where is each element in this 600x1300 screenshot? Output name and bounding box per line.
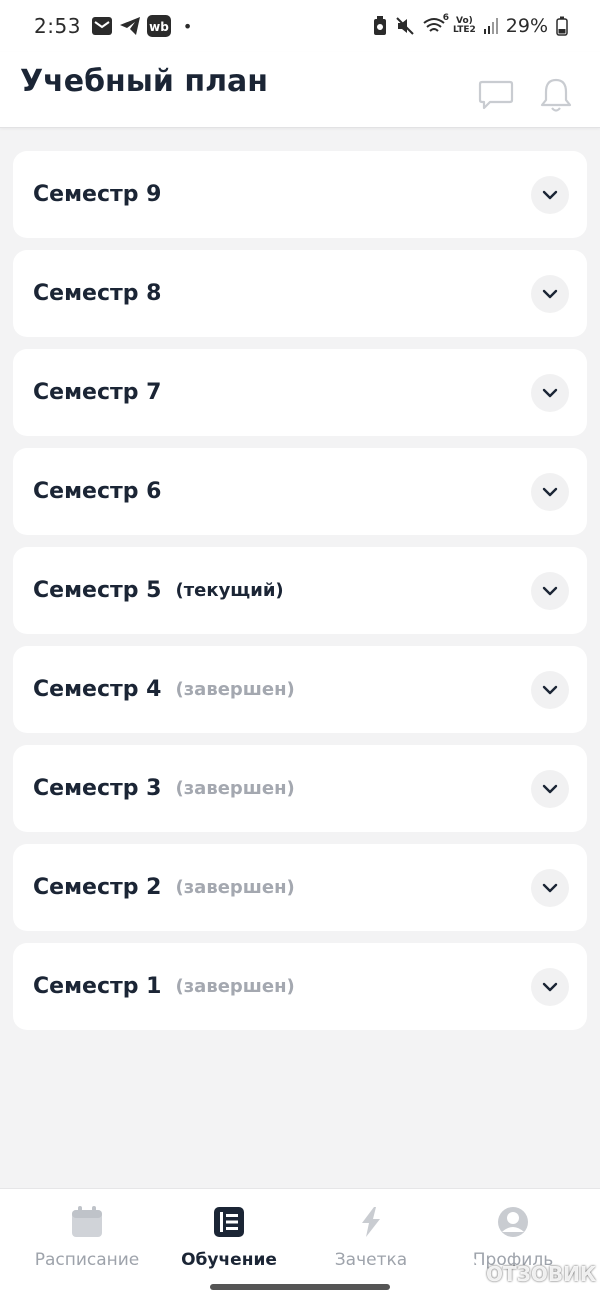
semester-label: Семестр 5 bbox=[33, 578, 162, 603]
watermark-text: ОТЗОВИК bbox=[486, 1261, 597, 1286]
chevron-down-icon[interactable] bbox=[531, 967, 569, 1006]
wifi-label: 6 bbox=[442, 13, 449, 23]
book-icon bbox=[212, 1205, 246, 1243]
battery-icon bbox=[556, 16, 568, 36]
semester-status: (текущий) bbox=[175, 580, 284, 601]
mute-icon bbox=[395, 16, 415, 36]
semester-item[interactable]: Семестр 1 (завершен) bbox=[13, 943, 587, 1030]
semester-item[interactable]: Семестр 7 bbox=[13, 349, 587, 436]
nav-item-study[interactable]: Обучение bbox=[154, 1205, 304, 1270]
chevron-down-icon[interactable] bbox=[531, 670, 569, 709]
status-left-icons: wb • bbox=[91, 15, 192, 37]
page-title: Учебный план bbox=[20, 64, 269, 99]
semester-label: Семестр 8 bbox=[33, 281, 162, 306]
semester-item[interactable]: Семестр 4 (завершен) bbox=[13, 646, 587, 733]
semester-item[interactable]: Семестр 5 (текущий) bbox=[13, 547, 587, 634]
semester-label: Семестр 1 bbox=[33, 974, 162, 999]
telegram-icon bbox=[119, 16, 141, 36]
profile-icon bbox=[496, 1205, 530, 1243]
chevron-down-icon[interactable] bbox=[531, 274, 569, 313]
mail-icon bbox=[91, 16, 113, 36]
battery-percent: 29% bbox=[505, 15, 548, 37]
chat-icon[interactable] bbox=[478, 80, 514, 114]
wb-app-icon: wb bbox=[146, 15, 171, 37]
network-indicator: Vo) LTE2 bbox=[453, 17, 476, 35]
chevron-down-icon[interactable] bbox=[531, 373, 569, 412]
chevron-down-icon[interactable] bbox=[531, 175, 569, 214]
notification-dot: • bbox=[182, 16, 193, 36]
nav-label-schedule: Расписание bbox=[34, 1250, 140, 1270]
chevron-down-icon[interactable] bbox=[531, 769, 569, 808]
semester-status: (завершен) bbox=[175, 877, 295, 898]
status-bar: 2:53 wb • 6 Vo) LTE2 29% bbox=[0, 0, 600, 52]
semester-label: Семестр 6 bbox=[33, 479, 162, 504]
semester-item[interactable]: Семестр 3 (завершен) bbox=[13, 745, 587, 832]
semester-status: (завершен) bbox=[175, 976, 295, 997]
semester-item[interactable]: Семестр 6 bbox=[13, 448, 587, 535]
semester-list: Семестр 9 Семестр 8 Семестр 7 Семестр 6 … bbox=[13, 151, 587, 1042]
lightning-icon bbox=[354, 1205, 388, 1243]
semester-label: Семестр 2 bbox=[33, 875, 162, 900]
status-time: 2:53 bbox=[34, 14, 81, 38]
semester-item[interactable]: Семестр 8 bbox=[13, 250, 587, 337]
watermark: ОТЗОВИК bbox=[452, 1256, 596, 1291]
wb-label: wb bbox=[149, 20, 169, 34]
semester-label: Семестр 7 bbox=[33, 380, 162, 405]
home-indicator[interactable] bbox=[210, 1284, 390, 1290]
signal-icon bbox=[483, 18, 498, 34]
semester-label: Семестр 3 bbox=[33, 776, 162, 801]
wifi-icon: 6 bbox=[423, 13, 449, 35]
nav-label-gradebook: Зачетка bbox=[334, 1250, 408, 1270]
chevron-down-icon[interactable] bbox=[531, 571, 569, 610]
semester-item[interactable]: Семестр 2 (завершен) bbox=[13, 844, 587, 931]
nav-item-schedule[interactable]: Расписание bbox=[12, 1205, 162, 1270]
calendar-icon bbox=[70, 1205, 104, 1243]
status-right-icons: 6 Vo) LTE2 29% bbox=[373, 13, 568, 37]
semester-label: Семестр 9 bbox=[33, 182, 162, 207]
nav-label-study: Обучение bbox=[181, 1250, 277, 1270]
bell-icon[interactable] bbox=[538, 76, 574, 118]
semester-status: (завершен) bbox=[175, 679, 295, 700]
chevron-down-icon[interactable] bbox=[531, 868, 569, 907]
semester-label: Семестр 4 bbox=[33, 677, 162, 702]
app-header: Учебный план bbox=[0, 52, 600, 128]
nav-item-gradebook[interactable]: Зачетка bbox=[296, 1205, 446, 1270]
watermark-logo-icon bbox=[452, 1256, 482, 1291]
battery-saver-icon bbox=[373, 16, 387, 36]
semester-item[interactable]: Семестр 9 bbox=[13, 151, 587, 238]
semester-status: (завершен) bbox=[175, 778, 295, 799]
network-lte: LTE2 bbox=[452, 25, 476, 35]
chevron-down-icon[interactable] bbox=[531, 472, 569, 511]
